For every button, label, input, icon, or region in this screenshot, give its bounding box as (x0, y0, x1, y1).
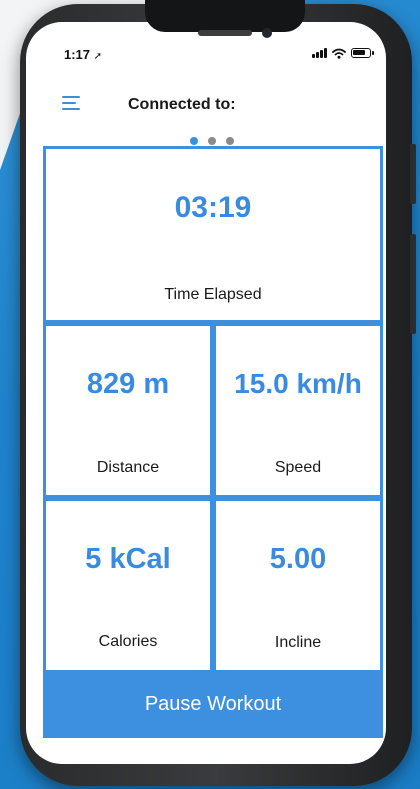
distance-label: Distance (96, 459, 160, 476)
calories-value: 5 kCal (85, 543, 171, 575)
tile-incline: 5.00 Incline (216, 501, 380, 670)
speaker (198, 30, 252, 36)
speed-label: Speed (274, 459, 322, 476)
page-dot[interactable] (208, 137, 216, 145)
side-button (410, 234, 416, 334)
home-indicator[interactable] (152, 752, 274, 757)
status-icons (312, 46, 376, 60)
distance-value: 829 m (86, 368, 170, 400)
page-dot-active[interactable] (190, 137, 198, 145)
speed-value: 15.0 km/h (234, 368, 362, 399)
cellular-signal-icon (312, 48, 327, 58)
status-time-text: 1:17 (64, 47, 91, 62)
tile-time-elapsed: 03:19 Time Elapsed (46, 149, 380, 320)
menu-icon[interactable] (62, 96, 80, 110)
header-title: Connected to: (128, 96, 236, 113)
page-indicator (190, 137, 234, 145)
time-elapsed-label: Time Elapsed (164, 286, 262, 303)
status-time: 1:17 ➚ (64, 47, 102, 62)
page-dot[interactable] (226, 137, 234, 145)
notch (145, 0, 305, 32)
metrics-grid: 03:19 Time Elapsed 829 m Distance 15.0 k… (43, 146, 383, 670)
tile-speed: 15.0 km/h Speed (216, 326, 380, 495)
side-button (410, 144, 416, 204)
incline-label: Incline (274, 634, 322, 651)
incline-value: 5.00 (269, 543, 327, 575)
tile-calories: 5 kCal Calories (46, 501, 210, 670)
pause-workout-button[interactable]: Pause Workout (43, 670, 383, 738)
time-elapsed-value: 03:19 (174, 191, 252, 224)
calories-label: Calories (98, 633, 158, 650)
tile-distance: 829 m Distance (46, 326, 210, 495)
battery-icon (351, 48, 374, 58)
front-camera (262, 28, 272, 38)
location-arrow-icon: ➚ (93, 51, 103, 62)
wifi-icon (332, 48, 346, 59)
